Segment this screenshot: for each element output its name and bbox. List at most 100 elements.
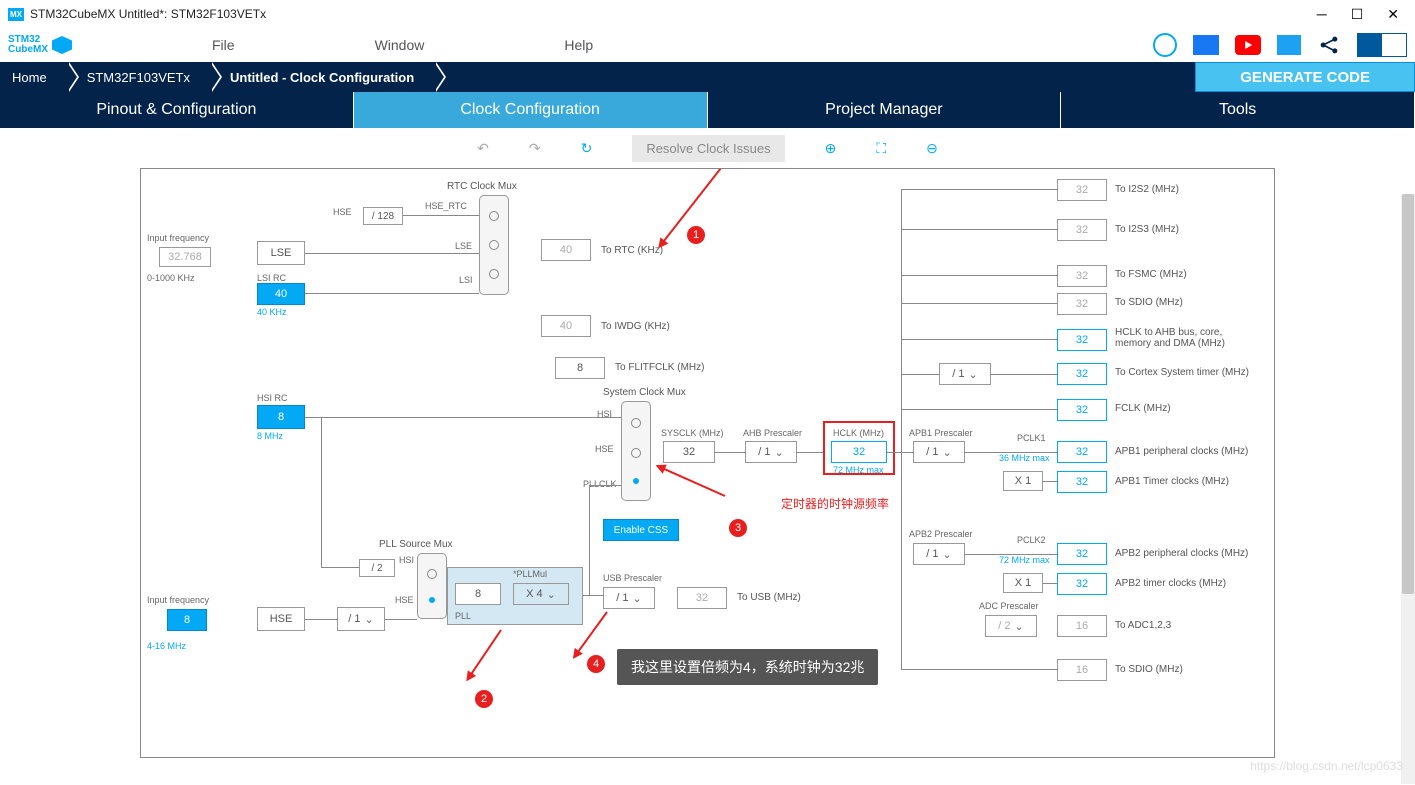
apb2-timer: 32 <box>1057 573 1107 595</box>
anno-red-text: 定时器的时钟源频率 <box>781 495 889 512</box>
sdio-lbl: To SDIO (MHz) <box>1115 297 1183 308</box>
pll-n-input[interactable]: 8 <box>455 583 501 605</box>
lse-range: 0-1000 KHz <box>147 273 195 283</box>
cortex-val: 32 <box>1057 363 1107 385</box>
pll-radio-hsi[interactable] <box>427 569 437 579</box>
pclk2-max: 72 MHz max <box>999 555 1050 565</box>
rtc-radio-lse[interactable] <box>489 240 499 250</box>
apb1-x1: X 1 <box>1003 471 1043 491</box>
pclk2-lbl: PCLK2 <box>1017 535 1046 545</box>
enable-css-button[interactable]: Enable CSS <box>603 519 679 541</box>
apb2-timer-lbl: APB2 timer clocks (MHz) <box>1115 578 1226 589</box>
iwdg-out-lbl: To IWDG (KHz) <box>601 321 670 332</box>
ahb-bus-val: 32 <box>1057 329 1107 351</box>
apb1-peripheral: 32 <box>1057 441 1107 463</box>
i2s2-val: 32 <box>1057 179 1107 201</box>
breadcrumb-home[interactable]: Home <box>0 62 69 92</box>
clock-diagram[interactable]: Input frequency 32.768 0-1000 KHz Input … <box>140 168 1275 758</box>
redo-button[interactable]: ↷ <box>529 140 541 157</box>
scrollbar-thumb[interactable] <box>1402 194 1414 594</box>
lsi-note: 40 KHz <box>257 307 287 317</box>
pll-hse-lbl: HSE <box>395 595 414 605</box>
facebook-icon[interactable] <box>1193 35 1219 55</box>
usb-select[interactable]: / 1 <box>603 587 655 609</box>
menu-help[interactable]: Help <box>564 37 593 53</box>
adc-prescaler-lbl: ADC Prescaler <box>979 601 1039 611</box>
maximize-button[interactable]: ☐ <box>1351 6 1364 23</box>
sysclk-lbl: SYSCLK (MHz) <box>661 428 724 438</box>
minimize-button[interactable]: ─ <box>1317 6 1327 23</box>
menu-window[interactable]: Window <box>375 37 425 53</box>
sys-radio-hsi[interactable] <box>631 418 641 428</box>
tab-clock[interactable]: Clock Configuration <box>354 92 708 128</box>
resolve-clock-button[interactable]: Resolve Clock Issues <box>632 135 784 162</box>
undo-button[interactable]: ↶ <box>477 140 489 157</box>
tab-pinout[interactable]: Pinout & Configuration <box>0 92 354 128</box>
close-button[interactable]: ✕ <box>1387 6 1399 23</box>
titlebar: MX STM32CubeMX Untitled*: STM32F103VETx … <box>0 0 1415 28</box>
lse-input[interactable]: 32.768 <box>159 247 211 267</box>
twitter-icon[interactable] <box>1277 35 1301 55</box>
fit-button[interactable]: ⛶ <box>876 140 886 157</box>
stm32-logo: STM32CubeMX <box>8 35 72 55</box>
anno-badge-2: 2 <box>475 690 493 708</box>
adc-select[interactable]: / 2 <box>985 615 1037 637</box>
hse-range: 4-16 MHz <box>147 641 186 651</box>
anno-arrow-3 <box>657 465 725 497</box>
share-icon[interactable] <box>1317 35 1341 55</box>
anno-badge-1: 1 <box>687 226 705 244</box>
tab-tools[interactable]: Tools <box>1061 92 1415 128</box>
cortex-div-select[interactable]: / 1 <box>939 363 991 385</box>
zoom-in-button[interactable]: ⊕ <box>825 140 837 157</box>
pll-hsi-lbl: HSI <box>399 555 414 565</box>
hclk-val[interactable]: 32 <box>831 441 887 463</box>
watermark: https://blog.csdn.net/lcp0633 <box>1250 759 1403 773</box>
vertical-scrollbar[interactable] <box>1401 194 1415 784</box>
sdio-val: 32 <box>1057 293 1107 315</box>
rtc-mux[interactable] <box>479 195 509 295</box>
anniversary-badge-icon[interactable] <box>1153 33 1177 57</box>
i2s3-lbl: To I2S3 (MHz) <box>1115 224 1179 235</box>
usb-lbl: USB Prescaler <box>603 573 662 583</box>
hse-div-select[interactable]: / 1 <box>337 607 385 631</box>
sys-radio-pll[interactable] <box>633 478 639 484</box>
pll-div2: / 2 <box>359 559 395 577</box>
st-logo-icon[interactable] <box>1357 33 1407 57</box>
apb2-select[interactable]: / 1 <box>913 543 965 565</box>
menu-file[interactable]: File <box>212 37 235 53</box>
youtube-icon[interactable] <box>1235 35 1261 55</box>
adc-out-lbl: To ADC1,2,3 <box>1115 620 1171 631</box>
pll-radio-hse[interactable] <box>429 597 435 603</box>
lse-lbl: LSE <box>455 241 472 251</box>
usb-val: 32 <box>677 587 727 609</box>
anno-badge-3: 3 <box>729 519 747 537</box>
breadcrumb-page[interactable]: Untitled - Clock Configuration <box>212 62 436 92</box>
rtc-radio-hse[interactable] <box>489 211 499 221</box>
rtc-radio-lsi[interactable] <box>489 269 499 279</box>
apb1-timer-lbl: APB1 Timer clocks (MHz) <box>1115 476 1229 487</box>
fsmc-val: 32 <box>1057 265 1107 287</box>
ahb-bus-lbl: HCLK to AHB bus, core, memory and DMA (M… <box>1115 327 1245 349</box>
i2s2-lbl: To I2S2 (MHz) <box>1115 184 1179 195</box>
sysclk-val: 32 <box>663 441 715 463</box>
breadcrumb-bar: Home STM32F103VETx Untitled - Clock Conf… <box>0 62 1415 92</box>
reset-button[interactable]: ↻ <box>581 140 593 157</box>
system-clock-mux[interactable] <box>621 401 651 501</box>
apb1-select[interactable]: / 1 <box>913 441 965 463</box>
generate-code-button[interactable]: GENERATE CODE <box>1195 62 1415 92</box>
ahb-select[interactable]: / 1 <box>745 441 797 463</box>
sys-radio-hse[interactable] <box>631 448 641 458</box>
hse-rtc-lbl: HSE_RTC <box>425 201 467 211</box>
adc-val: 16 <box>1057 615 1107 637</box>
hse-input[interactable]: 8 <box>167 609 207 631</box>
pllmul-label: *PLLMul <box>513 569 547 579</box>
pll-source-mux[interactable] <box>417 553 447 619</box>
window-title: STM32CubeMX Untitled*: STM32F103VETx <box>30 7 1317 21</box>
apb2-x1: X 1 <box>1003 573 1043 593</box>
pll-mul-select[interactable]: X 4 <box>513 583 569 605</box>
breadcrumb-chip[interactable]: STM32F103VETx <box>69 62 212 92</box>
pll-mux-title: PLL Source Mux <box>379 539 453 550</box>
tab-project-manager[interactable]: Project Manager <box>708 92 1062 128</box>
clock-toolbar: ↶ ↷ ↻ Resolve Clock Issues ⊕ ⛶ ⊖ <box>0 128 1415 168</box>
zoom-out-button[interactable]: ⊖ <box>926 140 938 157</box>
